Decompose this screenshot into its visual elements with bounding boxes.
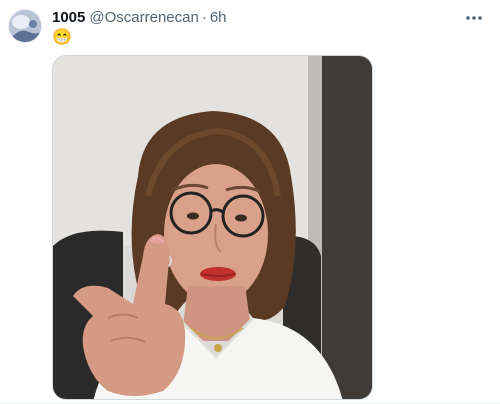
avatar-image (9, 10, 41, 42)
more-options-button[interactable] (462, 8, 486, 28)
video-still-image (53, 56, 372, 399)
tweet-media[interactable] (52, 55, 373, 400)
tweet-post: 1005 @Oscarrenecan · 6h 😁 (0, 0, 500, 404)
separator-dot: · (201, 9, 207, 26)
more-horizontal-icon (466, 16, 482, 20)
tweet-text: 😁 (52, 29, 72, 46)
timestamp[interactable]: 6h (210, 9, 227, 27)
avatar[interactable] (8, 9, 42, 43)
tweet-header: 1005 @Oscarrenecan · 6h (52, 9, 227, 27)
user-handle[interactable]: @Oscarrenecan (89, 9, 198, 27)
display-name[interactable]: 1005 (52, 9, 85, 27)
